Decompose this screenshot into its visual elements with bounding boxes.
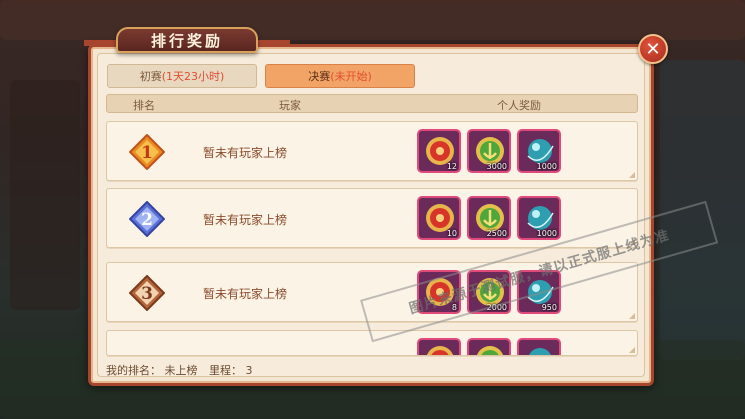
column-rank: 排名 — [133, 99, 155, 112]
player-name: 暂未有玩家上榜 — [203, 146, 288, 160]
player-name: 暂未有玩家上榜 — [203, 213, 288, 227]
reward-qty: 2500 — [486, 229, 507, 238]
rank-2-number: 2 — [141, 210, 153, 230]
rank-row: 2 暂未有玩家上榜 10 2500 1000 — [106, 188, 638, 248]
blue-orb-icon — [529, 348, 551, 355]
reward-blue-orb[interactable]: 1000 — [517, 196, 561, 240]
rank-3-badge-icon: 3 — [128, 274, 166, 312]
reward-qty: 12 — [446, 162, 457, 171]
reward-blue-orb[interactable]: 1000 — [517, 129, 561, 173]
reward-qty: 10 — [446, 229, 457, 238]
reward-green-coin[interactable]: 3000 — [467, 129, 511, 173]
rank-3-number: 3 — [141, 284, 153, 304]
column-reward: 个人奖励 — [497, 99, 541, 112]
reward-green-coin[interactable] — [467, 338, 511, 355]
column-player: 玩家 — [279, 99, 301, 112]
my-rank-value: 未上榜 — [164, 364, 198, 377]
reward-qty: 3000 — [486, 162, 507, 171]
rank-1-number: 1 — [141, 143, 153, 163]
mileage-value: 3 — [245, 364, 253, 377]
close-button[interactable]: ✕ — [638, 34, 668, 64]
column-header: 排名 玩家 个人奖励 — [106, 94, 638, 113]
reward-red-medal[interactable]: 12 — [417, 129, 461, 173]
reward-red-medal[interactable] — [417, 338, 461, 355]
close-icon: ✕ — [645, 38, 661, 60]
green-anchor-coin-icon — [476, 346, 504, 355]
reward-qty: 950 — [541, 303, 557, 312]
tab-final[interactable]: 决赛 (未开始) — [265, 64, 415, 88]
panel-title: 排行奖励 — [116, 27, 258, 53]
tab-final-label: 决赛 — [308, 70, 331, 83]
player-name: 暂未有玩家上榜 — [203, 287, 288, 301]
tab-preliminary-label: 初赛 — [139, 70, 162, 83]
my-rank-label: 我的排名： — [106, 364, 161, 377]
reward-green-coin[interactable]: 2500 — [467, 196, 511, 240]
mileage-label: 里程： — [209, 364, 242, 377]
rank-2-badge-icon: 2 — [128, 200, 166, 238]
rank-row: 1 暂未有玩家上榜 12 3000 1000 — [106, 121, 638, 181]
reward-blue-orb[interactable] — [517, 338, 561, 355]
red-medal-icon — [426, 346, 454, 355]
reward-red-medal[interactable]: 10 — [417, 196, 461, 240]
tab-final-status: (未开始) — [330, 70, 372, 83]
reward-qty: 1000 — [536, 229, 557, 238]
tab-preliminary[interactable]: 初赛 (1天23小时) — [107, 64, 257, 88]
reward-qty: 1000 — [536, 162, 557, 171]
my-rank-footer: 我的排名： 未上榜 里程： 3 — [106, 362, 253, 378]
rank-1-badge-icon: 1 — [128, 133, 166, 171]
tab-preliminary-status: (1天23小时) — [161, 70, 225, 83]
